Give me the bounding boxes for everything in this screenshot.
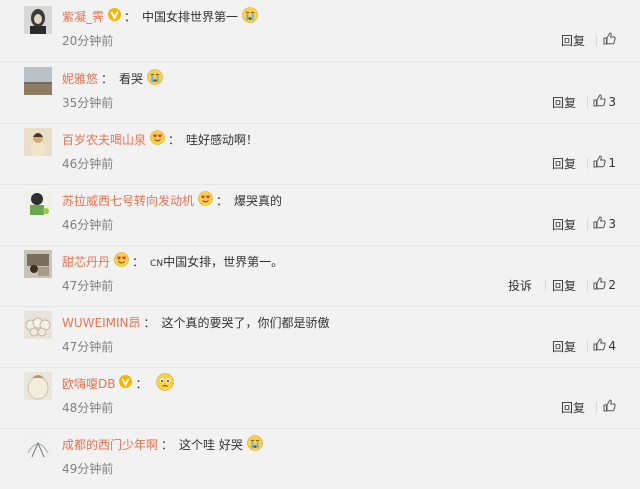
gold-v-badge-icon	[119, 375, 133, 391]
thumbs-up-icon	[603, 32, 616, 48]
comment-item: 百岁农夫喝山泉 ： 哇好感动啊！ 46分钟前 回复 1	[0, 123, 640, 185]
username[interactable]: 妮雅悠	[62, 70, 98, 87]
reply-button[interactable]: 回复	[552, 277, 576, 294]
comment-list: 紫凝_霁 ： 中国女排世界第一 20分钟前 回复 妮雅悠 ： 看哭 35分钟前 …	[0, 0, 640, 476]
thumbs-up-icon	[593, 277, 607, 293]
username[interactable]: 欧嗨嗄DB	[62, 375, 115, 392]
avatar[interactable]	[24, 189, 52, 217]
comment-text: 中国女排，世界第一。	[163, 254, 284, 269]
thumbs-up-icon	[593, 155, 607, 171]
like-button[interactable]: 4	[593, 338, 616, 354]
comment-text: 爆哭真的	[234, 193, 283, 208]
comment-item: WUWEIMIN昂 ： 这个真的要哭了，你们都是骄傲 47分钟前 回复 4	[0, 306, 640, 368]
comment-time: 46分钟前	[62, 157, 114, 171]
avatar[interactable]	[24, 67, 52, 95]
comment-item: 苏拉威西七号转向发动机 ： 爆哭真的 46分钟前 回复 3	[0, 184, 640, 246]
thumbs-up-icon	[593, 94, 607, 110]
comment-text: 看哭	[119, 71, 144, 86]
comment-item: 欧嗨嗄DB ： 48分钟前 回复	[0, 367, 640, 429]
comment-time: 35分钟前	[62, 96, 114, 110]
heart-eyes-emoji-icon	[198, 191, 213, 209]
comment-item: 妮雅悠 ： 看哭 35分钟前 回复 3	[0, 62, 640, 124]
reply-button[interactable]: 回复	[561, 32, 585, 49]
like-button[interactable]	[603, 32, 616, 48]
avatar[interactable]	[24, 128, 52, 156]
like-count: 4	[608, 339, 616, 353]
gold-v-badge-icon	[108, 8, 122, 24]
username[interactable]: 成都的西门少年啊	[62, 436, 158, 453]
like-count: 3	[608, 217, 616, 231]
username[interactable]: 百岁农夫喝山泉	[62, 131, 146, 148]
crying-emoji-icon	[147, 68, 163, 88]
thumbs-up-icon	[593, 338, 607, 354]
comment-time: 48分钟前	[62, 401, 114, 415]
comment-time: 20分钟前	[62, 34, 114, 48]
comment-text: 这个哇 好哭	[179, 437, 243, 452]
comment-time: 47分钟前	[62, 340, 114, 354]
thumbs-up-icon	[593, 216, 607, 232]
like-button[interactable]	[603, 399, 616, 415]
comment-text: 中国女排世界第一	[142, 9, 239, 24]
comment-time: 46分钟前	[62, 218, 114, 232]
cn-prefix: CN	[150, 258, 164, 269]
like-count: 1	[608, 156, 616, 170]
comment-text: 哇好感动啊！	[186, 132, 259, 147]
heart-eyes-emoji-icon	[150, 130, 165, 148]
avatar[interactable]	[24, 6, 52, 34]
comment-time: 49分钟前	[62, 462, 114, 476]
username[interactable]: 甜芯丹丹	[62, 253, 110, 270]
report-button[interactable]: 投诉	[508, 277, 532, 294]
sad-emoji-icon	[155, 372, 174, 394]
avatar[interactable]	[24, 250, 52, 278]
like-count: 2	[608, 278, 616, 292]
reply-button[interactable]: 回复	[552, 216, 576, 233]
avatar[interactable]	[24, 372, 52, 400]
username[interactable]: 苏拉威西七号转向发动机	[62, 192, 194, 209]
comment-item: 成都的西门少年啊 ： 这个哇 好哭 49分钟前	[0, 428, 640, 489]
comment-text: 这个真的要哭了，你们都是骄傲	[161, 315, 330, 330]
like-button[interactable]: 2	[593, 277, 616, 293]
comment-item: 甜芯丹丹 ： CN中国女排，世界第一。 47分钟前 投诉 回复 2	[0, 245, 640, 307]
like-count: 3	[608, 95, 616, 109]
like-button[interactable]: 3	[593, 94, 616, 110]
username[interactable]: 紫凝_霁	[62, 8, 104, 25]
thumbs-up-icon	[603, 399, 616, 415]
username[interactable]: WUWEIMIN昂	[62, 314, 141, 331]
avatar[interactable]	[24, 433, 52, 461]
comment-item: 紫凝_霁 ： 中国女排世界第一 20分钟前 回复	[0, 0, 640, 62]
reply-button[interactable]: 回复	[552, 155, 576, 172]
like-button[interactable]: 1	[593, 155, 616, 171]
crying-emoji-icon	[247, 434, 263, 454]
reply-button[interactable]: 回复	[552, 94, 576, 111]
heart-eyes-emoji-icon	[114, 252, 129, 270]
reply-button[interactable]: 回复	[552, 338, 576, 355]
like-button[interactable]: 3	[593, 216, 616, 232]
reply-button[interactable]: 回复	[561, 399, 585, 416]
comment-time: 47分钟前	[62, 279, 114, 293]
crying-emoji-icon	[242, 6, 258, 26]
avatar[interactable]	[24, 311, 52, 339]
